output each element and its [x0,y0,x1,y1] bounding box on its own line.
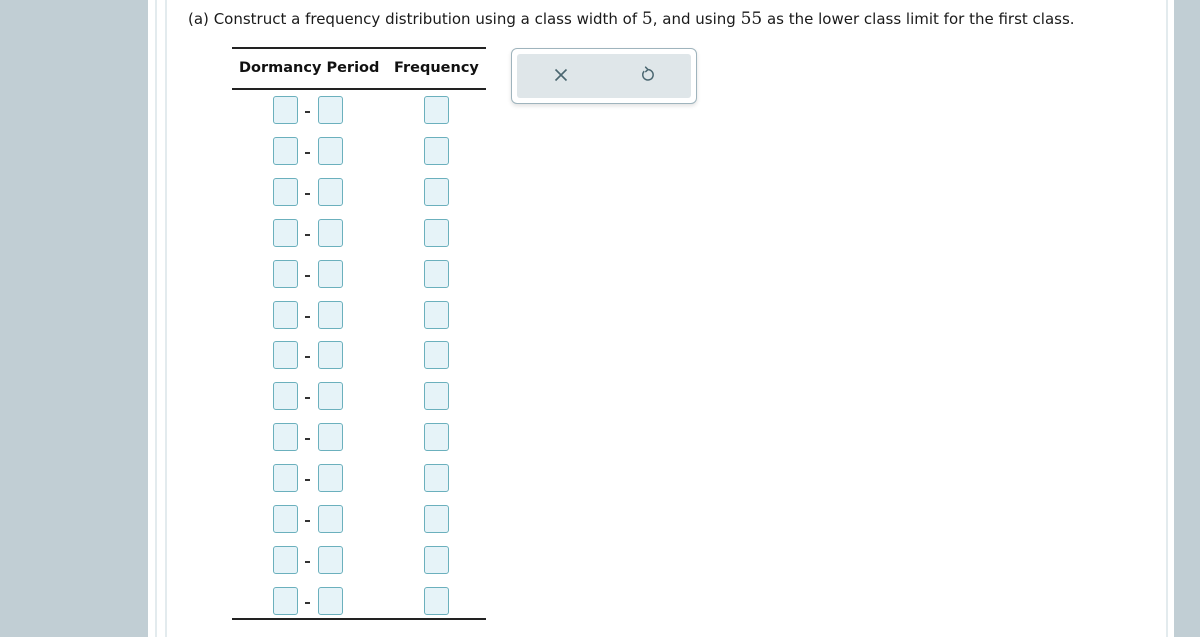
right-side-panel [1174,0,1200,637]
table-header-rule [232,88,486,90]
action-button-bar [517,54,691,98]
frequency-input[interactable] [424,464,449,493]
lower-class-limit-input[interactable] [273,96,298,124]
range-separator [305,397,310,400]
frequency-input[interactable] [424,136,449,165]
lower-class-limit-input[interactable] [273,218,298,247]
frequency-input[interactable] [424,586,449,615]
frequency-input[interactable] [424,505,449,533]
question-text-2: , and using [652,10,741,28]
right-border-line [1166,0,1168,637]
lower-class-limit-input[interactable] [273,177,298,206]
lower-class-limit-input[interactable] [273,505,298,533]
lower-class-limit-input[interactable] [273,382,298,411]
upper-class-limit-input[interactable] [318,505,343,533]
lower-class-limit-input[interactable] [273,259,298,288]
range-separator [305,274,310,277]
lower-class-limit-input[interactable] [273,136,298,165]
lower-class-limit-input[interactable] [273,300,298,329]
range-separator [305,560,310,563]
question-prompt: (a) Construct a frequency distribution u… [188,9,1075,29]
upper-class-limit-input[interactable] [318,300,343,329]
question-text-1: Construct a frequency distribution using… [213,10,642,28]
frequency-input[interactable] [424,545,449,574]
frequency-input[interactable] [424,300,449,329]
clear-button[interactable] [517,54,604,98]
upper-class-limit-input[interactable] [318,96,343,124]
lower-class-limit-input[interactable] [273,423,298,452]
reset-button[interactable] [604,54,691,98]
left-inner-border-line [165,0,167,637]
question-text-3: as the lower class limit for the first c… [762,10,1075,28]
question-part-label: (a) [188,10,209,28]
range-separator [305,520,310,522]
upper-class-limit-input[interactable] [318,586,343,615]
lower-class-limit-input[interactable] [273,341,298,370]
lower-limit-value: 55 [740,9,763,29]
table-bottom-rule [232,618,486,620]
undo-icon [640,65,656,87]
frequency-input[interactable] [424,96,449,124]
range-separator [305,315,310,318]
close-icon [554,67,568,86]
upper-class-limit-input[interactable] [318,545,343,574]
table-top-rule [232,47,486,49]
range-separator [305,479,310,482]
lower-class-limit-input[interactable] [273,545,298,574]
range-separator [305,438,310,441]
answer-action-group [511,48,697,104]
frequency-input[interactable] [424,341,449,370]
upper-class-limit-input[interactable] [318,341,343,370]
frequency-input[interactable] [424,382,449,411]
left-side-panel [0,0,148,637]
upper-class-limit-input[interactable] [318,218,343,247]
range-separator [305,151,310,154]
upper-class-limit-input[interactable] [318,259,343,288]
frequency-input[interactable] [424,259,449,288]
frequency-input[interactable] [424,218,449,247]
class-width-value: 5 [641,9,653,29]
upper-class-limit-input[interactable] [318,423,343,452]
frequency-input[interactable] [424,177,449,206]
range-separator [305,233,310,236]
upper-class-limit-input[interactable] [318,136,343,165]
upper-class-limit-input[interactable] [318,464,343,493]
range-separator [305,356,310,359]
header-dormancy-period: Dormancy Period [239,60,380,76]
left-border-line [155,0,157,637]
lower-class-limit-input[interactable] [273,586,298,615]
header-frequency: Frequency [394,60,479,76]
frequency-input[interactable] [424,423,449,452]
lower-class-limit-input[interactable] [273,464,298,493]
range-separator [305,192,310,195]
upper-class-limit-input[interactable] [318,177,343,206]
range-separator [305,111,310,113]
range-separator [305,601,310,604]
upper-class-limit-input[interactable] [318,382,343,411]
